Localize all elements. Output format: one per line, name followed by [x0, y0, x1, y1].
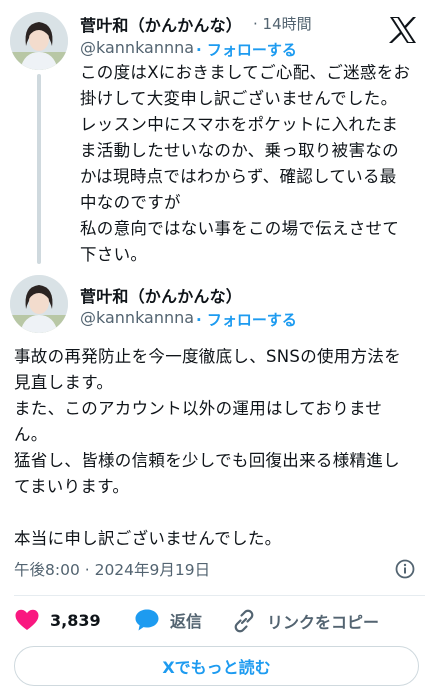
speech-bubble-icon: [135, 609, 159, 631]
relative-time[interactable]: · 14時間: [253, 13, 312, 34]
info-icon[interactable]: [394, 558, 416, 580]
display-name[interactable]: 菅叶和（かんかんな）: [80, 283, 242, 307]
user-handle[interactable]: @kannkannna: [80, 38, 194, 57]
like-count: 3,839: [50, 610, 101, 630]
reply-button[interactable]: 返信: [134, 608, 202, 632]
follow-button[interactable]: · フォローする: [196, 39, 297, 60]
tweet-text: 事故の再発防止を今一度徹底し、SNSの使用方法を 見直します。 また、このアカウ…: [14, 347, 401, 548]
thread-connector-line: [37, 74, 41, 264]
link-icon: [234, 609, 254, 633]
like-button[interactable]: 3,839: [14, 608, 101, 632]
copy-link-button[interactable]: リンクをコピー: [231, 608, 379, 634]
user-handle[interactable]: @kannkannna: [80, 308, 194, 327]
avatar[interactable]: [10, 12, 68, 70]
copy-link-label: リンクをコピー: [267, 613, 380, 632]
heart-icon: [15, 609, 39, 630]
avatar[interactable]: [10, 275, 68, 333]
x-logo-icon[interactable]: [388, 16, 418, 44]
display-name[interactable]: 菅叶和（かんかんな）: [80, 12, 242, 36]
read-more-button[interactable]: Xでもっと読む: [14, 646, 419, 686]
tweet-timestamp[interactable]: 午後8:00 · 2024年9月19日: [14, 558, 210, 580]
reply-label: 返信: [170, 612, 203, 631]
divider: [14, 595, 425, 596]
tweet-actions: 3,839 返信 リンクをコピー: [0, 608, 439, 636]
tweet-text: この度はXにおきましてご心配、ご迷惑をお 掛けして大変申し訳ございませんでした。…: [80, 63, 411, 264]
follow-button[interactable]: · フォローする: [196, 309, 297, 330]
